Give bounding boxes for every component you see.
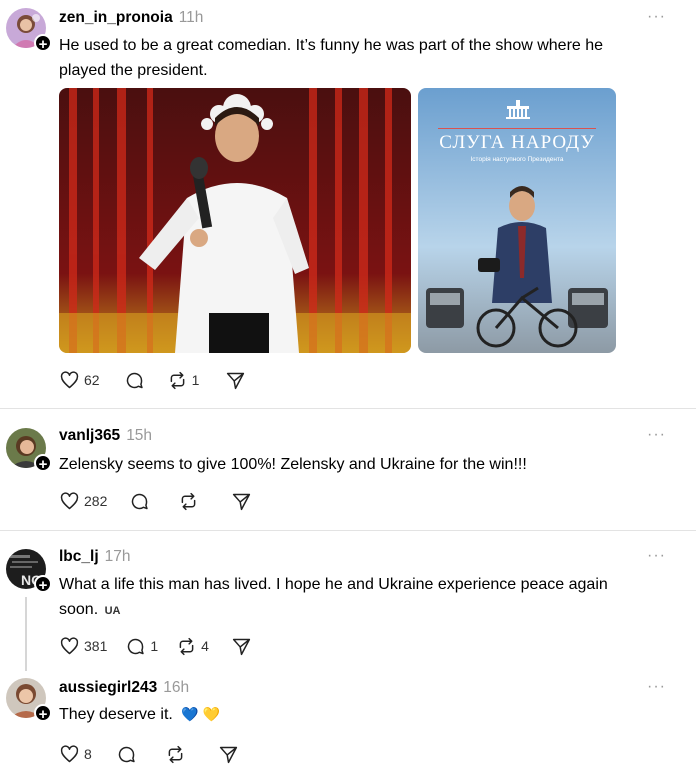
like-button[interactable]: 8 bbox=[59, 744, 92, 765]
username[interactable]: zen_in_pronoia 11h bbox=[59, 9, 203, 27]
username[interactable]: vanlj365 15h bbox=[59, 427, 152, 445]
poster-subtitle: Історія наступного Президента bbox=[470, 156, 564, 163]
username[interactable]: lbc_lj 17h bbox=[59, 548, 131, 566]
heart-icon bbox=[60, 491, 79, 509]
avatar[interactable]: + bbox=[6, 8, 52, 53]
thread-line bbox=[25, 597, 27, 671]
follow-button[interactable]: + bbox=[34, 454, 52, 473]
like-count: 282 bbox=[84, 493, 108, 509]
repost-button[interactable] bbox=[178, 491, 203, 512]
timestamp: 15h bbox=[126, 427, 153, 444]
timestamp: 11h bbox=[178, 9, 204, 26]
repost-icon bbox=[181, 492, 196, 510]
send-icon bbox=[227, 372, 245, 389]
avatar[interactable]: + bbox=[6, 678, 52, 723]
flag-ua: UA bbox=[104, 605, 121, 617]
heart-icon bbox=[60, 636, 79, 654]
avatar[interactable]: + bbox=[6, 428, 52, 473]
post-image-poster[interactable]: СЛУГА НАРОДУ Історія наступного Президен… bbox=[418, 88, 616, 353]
comment-icon bbox=[132, 493, 149, 509]
like-count: 62 bbox=[84, 372, 100, 388]
more-options-icon[interactable]: ··· bbox=[647, 547, 666, 565]
post-image-stage[interactable] bbox=[59, 88, 411, 353]
repost-icon bbox=[168, 745, 183, 763]
share-button[interactable] bbox=[231, 491, 252, 512]
share-button[interactable] bbox=[231, 636, 252, 657]
comment-icon bbox=[118, 746, 135, 762]
reply-button[interactable] bbox=[116, 744, 141, 765]
username[interactable]: aussiegirl243 16h bbox=[59, 679, 189, 697]
post-actions: 381 1 4 bbox=[59, 634, 270, 658]
post-1: + zen_in_pronoia 11h ··· He used to be a … bbox=[0, 0, 696, 408]
send-icon bbox=[233, 493, 251, 510]
comment-count: 1 bbox=[150, 638, 159, 654]
repost-button[interactable] bbox=[165, 744, 190, 765]
follow-button[interactable]: + bbox=[34, 704, 52, 723]
post-actions: 8 bbox=[59, 742, 257, 766]
post-text: They deserve it. 💙 💛 bbox=[59, 706, 221, 723]
send-icon bbox=[219, 746, 237, 763]
more-options-icon[interactable]: ··· bbox=[647, 8, 666, 26]
post-4: + aussiegirl243 16h ··· They deserve it. … bbox=[0, 671, 696, 778]
post-actions: 62 1 bbox=[59, 368, 264, 392]
post-text: What a life this man has lived. I hope h… bbox=[59, 576, 608, 618]
repost-count: 4 bbox=[201, 638, 209, 654]
timestamp: 16h bbox=[163, 679, 190, 696]
comment-icon bbox=[128, 638, 145, 654]
avatar[interactable]: NO + bbox=[6, 549, 52, 594]
share-button[interactable] bbox=[225, 370, 246, 391]
repost-count: 1 bbox=[191, 372, 200, 388]
reply-button[interactable] bbox=[129, 491, 154, 512]
like-button[interactable]: 62 bbox=[59, 370, 100, 391]
like-button[interactable]: 381 bbox=[59, 636, 107, 657]
post-2: + vanlj365 15h ··· Zelensky seems to give… bbox=[0, 409, 696, 529]
comment-icon bbox=[126, 372, 143, 388]
repost-icon bbox=[179, 637, 194, 655]
post-3: NO + lbc_lj 17h ··· What a life this man … bbox=[0, 531, 696, 671]
heart-emoji: 💙 💛 bbox=[181, 706, 221, 722]
poster-title: СЛУГА НАРОДУ bbox=[439, 132, 595, 153]
send-icon bbox=[232, 638, 251, 655]
like-count: 381 bbox=[84, 638, 108, 654]
heart-icon bbox=[60, 370, 79, 388]
more-options-icon[interactable]: ··· bbox=[647, 426, 666, 444]
post-text: He used to be a great comedian. It’s fun… bbox=[59, 37, 604, 79]
repost-button[interactable]: 4 bbox=[176, 636, 209, 657]
repost-icon bbox=[170, 371, 184, 389]
like-button[interactable]: 282 bbox=[59, 491, 107, 512]
post-text: Zelensky seems to give 100%! Zelensky an… bbox=[59, 456, 527, 473]
more-options-icon[interactable]: ··· bbox=[647, 678, 666, 696]
follow-button[interactable]: + bbox=[34, 34, 52, 53]
reply-button[interactable]: 1 bbox=[125, 636, 158, 657]
follow-button[interactable]: + bbox=[34, 575, 52, 594]
heart-icon bbox=[60, 744, 79, 762]
post-actions: 282 bbox=[59, 489, 270, 513]
share-button[interactable] bbox=[218, 744, 239, 765]
like-count: 8 bbox=[84, 746, 92, 762]
repost-button[interactable]: 1 bbox=[167, 370, 200, 391]
reply-button[interactable] bbox=[124, 370, 149, 391]
timestamp: 17h bbox=[104, 548, 131, 565]
